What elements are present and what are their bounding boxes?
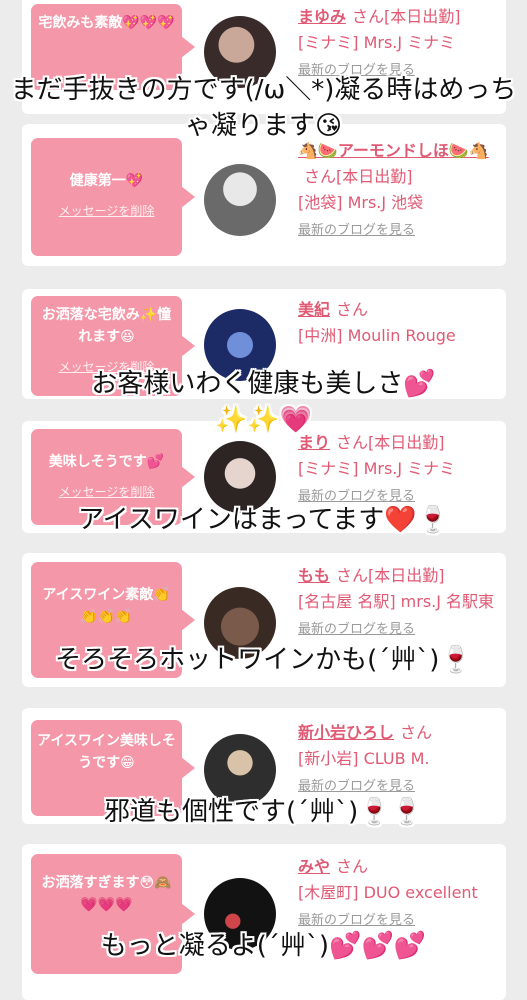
sender-info: 美紀 さん [中洲] Moulin Rouge: [298, 297, 503, 349]
avatar[interactable]: [204, 878, 276, 950]
message-card: 宅飲みも素敵💖💖💖 まゆみ さん[本日出勤] [ミナミ] Mrs.J ミナミ 最新…: [22, 0, 506, 114]
shop-name[interactable]: [木屋町] DUO excellent: [298, 883, 478, 902]
honorific: さん: [304, 167, 337, 186]
sender-info: もも さん[本日出勤] [名古屋 名駅] mrs.J 名駅東 最新のブログを見る: [298, 563, 503, 643]
sender-name[interactable]: 美紀: [298, 300, 330, 319]
honorific: さん: [336, 857, 369, 876]
honorific: さん: [336, 566, 369, 585]
status-badge: [本日出勤]: [368, 433, 445, 452]
message-bubble: 健康第一💖 メッセージを削除: [31, 138, 195, 256]
sender-name[interactable]: 新小岩ひろし: [298, 723, 394, 742]
message-card: 健康第一💖 メッセージを削除 🐴🍉アーモンドしほ🍉🐴 さん[本日出勤] [池袋] …: [22, 124, 506, 266]
honorific: さん: [400, 723, 433, 742]
sender-name[interactable]: まり: [298, 433, 330, 452]
status-badge: [本日出勤]: [336, 167, 413, 186]
blog-link[interactable]: 最新のブログを見る: [298, 617, 503, 643]
message-bubble: アイスワイン美味しそうです😁: [31, 720, 195, 816]
sender-info: まり さん[本日出勤] [ミナミ] Mrs.J ミナミ 最新のブログを見る: [298, 430, 503, 510]
sender-name[interactable]: みや: [298, 857, 330, 876]
honorific: さん: [352, 7, 385, 26]
shop-name[interactable]: [ミナミ] Mrs.J ミナミ: [298, 33, 455, 52]
message-card: 美味しそうです💕 メッセージを削除 まり さん[本日出勤] [ミナミ] Mrs.J…: [22, 421, 506, 533]
shop-name[interactable]: [中洲] Moulin Rouge: [298, 326, 456, 345]
message-card: アイスワイン素敵👏👏👏👏 もも さん[本日出勤] [名古屋 名駅] mrs.J 名…: [22, 553, 506, 687]
shop-name[interactable]: [名古屋 名駅] mrs.J 名駅東: [298, 592, 494, 611]
blog-link[interactable]: 最新のブログを見る: [298, 484, 503, 510]
avatar[interactable]: [204, 16, 276, 88]
delete-message-link[interactable]: メッセージを削除: [37, 200, 176, 222]
message-text: 健康第一💖: [69, 173, 144, 189]
message-card: アイスワイン美味しそうです😁 新小岩ひろし さん [新小岩] CLUB M. 最新…: [22, 708, 506, 824]
avatar[interactable]: [204, 309, 276, 381]
status-badge: [本日出勤]: [368, 566, 445, 585]
message-card: お洒落すぎます😳🙈💗💗💗 みや さん [木屋町] DUO excellent 最新…: [22, 844, 506, 1000]
shop-name[interactable]: [池袋] Mrs.J 池袋: [298, 193, 423, 212]
sender-info: 新小岩ひろし さん [新小岩] CLUB M. 最新のブログを見る: [298, 720, 503, 800]
sender-name[interactable]: 🐴🍉アーモンドしほ🍉🐴: [298, 141, 489, 160]
status-badge: [本日出勤]: [384, 7, 461, 26]
message-text: お洒落な宅飲み✨憧れます😆: [41, 307, 172, 345]
message-text: 宅飲みも素敵💖💖💖: [38, 15, 175, 31]
message-bubble: お洒落すぎます😳🙈💗💗💗: [31, 854, 195, 974]
blog-link[interactable]: 最新のブログを見る: [298, 908, 503, 934]
blog-link[interactable]: 最新のブログを見る: [298, 218, 503, 244]
delete-message-link[interactable]: メッセージを削除: [37, 481, 176, 503]
message-bubble: アイスワイン素敵👏👏👏👏: [31, 562, 195, 678]
message-text: アイスワイン素敵👏👏👏👏: [42, 587, 171, 625]
shop-name[interactable]: [ミナミ] Mrs.J ミナミ: [298, 459, 455, 478]
message-bubble: 宅飲みも素敵💖💖💖: [31, 4, 195, 90]
message-card: お洒落な宅飲み✨憧れます😆 メッセージを削除 美紀 さん [中洲] Moulin …: [22, 289, 506, 399]
message-bubble: お洒落な宅飲み✨憧れます😆 メッセージを削除: [31, 296, 195, 396]
message-text: お洒落すぎます😳🙈💗💗💗: [41, 875, 172, 913]
message-text: 美味しそうです💕: [48, 454, 165, 470]
sender-name[interactable]: もも: [298, 566, 330, 585]
blog-link[interactable]: 最新のブログを見る: [298, 774, 503, 800]
message-text: アイスワイン美味しそうです😁: [37, 733, 176, 771]
avatar[interactable]: [204, 164, 276, 236]
sender-info: みや さん [木屋町] DUO excellent 最新のブログを見る: [298, 854, 503, 934]
honorific: さん: [336, 300, 369, 319]
avatar[interactable]: [204, 587, 276, 659]
sender-info: 🐴🍉アーモンドしほ🍉🐴 さん[本日出勤] [池袋] Mrs.J 池袋 最新のブログ…: [298, 138, 503, 244]
sender-info: まゆみ さん[本日出勤] [ミナミ] Mrs.J ミナミ 最新のブログを見る: [298, 4, 503, 84]
sender-name[interactable]: まゆみ: [298, 7, 346, 26]
honorific: さん: [336, 433, 369, 452]
shop-name[interactable]: [新小岩] CLUB M.: [298, 749, 430, 768]
message-bubble: 美味しそうです💕 メッセージを削除: [31, 429, 195, 525]
blog-link[interactable]: 最新のブログを見る: [298, 58, 503, 84]
avatar[interactable]: [204, 441, 276, 513]
delete-message-link[interactable]: メッセージを削除: [37, 356, 176, 378]
avatar[interactable]: [204, 734, 276, 806]
